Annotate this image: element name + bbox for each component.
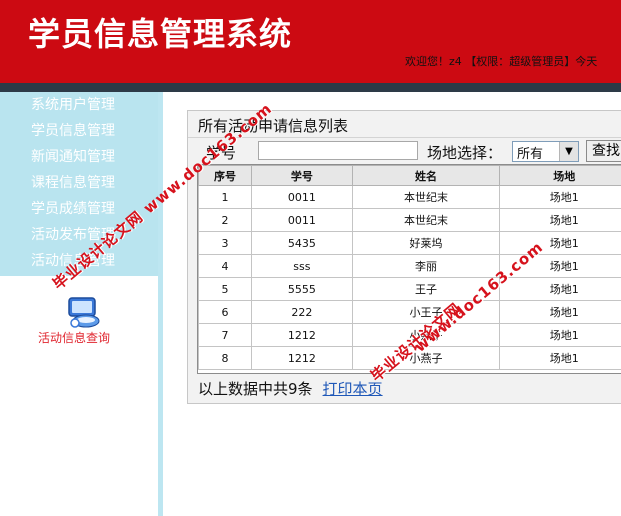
cell-student-id: 1212 xyxy=(251,346,353,370)
cell-venue: 场地1 xyxy=(499,300,621,324)
cell-index: 8 xyxy=(198,346,253,370)
column-header-name: 姓名 xyxy=(351,165,501,186)
search-button[interactable]: 查找 xyxy=(586,140,621,162)
sidebar-item-news[interactable]: 新闻通知管理 xyxy=(31,144,156,170)
venue-label: 场地选择： xyxy=(427,144,503,162)
cell-index: 1 xyxy=(198,185,253,209)
sidebar: 系统用户管理 学员信息管理 新闻通知管理 课程信息管理 学员成绩管理 活动发布管… xyxy=(0,92,158,516)
venue-select-value: 所有 xyxy=(517,147,544,162)
cell-venue: 场地1 xyxy=(499,346,621,370)
column-header-venue: 场地 xyxy=(499,165,621,186)
cell-index: 7 xyxy=(198,323,253,347)
print-page-link[interactable]: 打印本页 xyxy=(323,380,383,398)
table-row: 1 0011 本世纪末 场地1 xyxy=(198,185,621,209)
table-row: 3 5435 好莱坞 场地1 xyxy=(198,231,621,255)
cell-index: 5 xyxy=(198,277,253,301)
cell-index: 6 xyxy=(198,300,253,324)
cell-student-id: 5555 xyxy=(251,277,353,301)
table-footer: 以上数据中共9条 打印本页 xyxy=(198,378,383,399)
activity-query-link[interactable]: 活动信息查询 xyxy=(38,329,110,346)
cell-student-id: 0011 xyxy=(251,208,353,232)
cell-venue: 场地1 xyxy=(499,208,621,232)
table-header-row: 序号 学号 姓名 场地 xyxy=(198,165,621,186)
record-count-text: 以上数据中共9条 xyxy=(198,380,313,398)
sidebar-item-courses[interactable]: 课程信息管理 xyxy=(31,170,156,196)
cell-student-id: sss xyxy=(251,254,353,278)
header-strip xyxy=(0,83,621,92)
panel-title-divider xyxy=(188,137,621,138)
cell-index: 2 xyxy=(198,208,253,232)
cell-venue: 场地1 xyxy=(499,185,621,209)
table-row: 5 5555 王子 场地1 xyxy=(198,277,621,301)
cell-name: 本世纪末 xyxy=(351,208,501,232)
cell-name: 本世纪末 xyxy=(351,185,501,209)
cell-venue: 场地1 xyxy=(499,323,621,347)
table-row: 2 0011 本世纪末 场地1 xyxy=(198,208,621,232)
cell-name: 李丽 xyxy=(351,254,501,278)
column-header-student-id: 学号 xyxy=(251,165,353,186)
sidebar-divider xyxy=(158,92,163,516)
cell-student-id: 5435 xyxy=(251,231,353,255)
cell-student-id: 222 xyxy=(251,300,353,324)
venue-select[interactable]: 所有 ▼ xyxy=(512,141,579,162)
welcome-text: 欢迎您！z4 【权限：超级管理员】今天 xyxy=(405,55,598,68)
cell-name: 好莱坞 xyxy=(351,231,501,255)
header-banner: 学员信息管理系统 欢迎您！z4 【权限：超级管理员】今天 xyxy=(0,0,621,83)
computer-network-icon[interactable] xyxy=(66,296,102,330)
student-id-input[interactable] xyxy=(258,141,418,160)
cell-index: 4 xyxy=(198,254,253,278)
table-row: 4 sss 李丽 场地1 xyxy=(198,254,621,278)
chevron-down-icon: ▼ xyxy=(559,142,578,161)
sidebar-subpanel: 活动信息查询 xyxy=(0,276,158,516)
cell-index: 3 xyxy=(198,231,253,255)
cell-venue: 场地1 xyxy=(499,277,621,301)
cell-student-id: 1212 xyxy=(251,323,353,347)
sidebar-item-system-users[interactable]: 系统用户管理 xyxy=(31,92,156,118)
table-row: 6 222 小王子 场地1 xyxy=(198,300,621,324)
app-title: 学员信息管理系统 xyxy=(28,15,293,53)
sidebar-item-student-info[interactable]: 学员信息管理 xyxy=(31,118,156,144)
cell-student-id: 0011 xyxy=(251,185,353,209)
filter-row: 学号 场地选择： 所有 ▼ 查找 xyxy=(188,140,621,164)
sidebar-menu: 系统用户管理 学员信息管理 新闻通知管理 课程信息管理 学员成绩管理 活动发布管… xyxy=(0,92,158,276)
